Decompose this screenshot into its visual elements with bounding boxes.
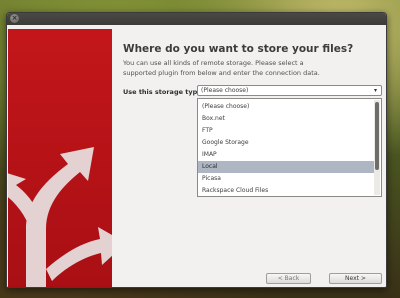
dropdown-option-local[interactable]: Local: [198, 161, 374, 173]
dropdown-option-boxnet[interactable]: Box.net: [198, 113, 374, 125]
branching-arrows-icon: [8, 147, 112, 287]
next-button[interactable]: Next >: [329, 273, 382, 284]
page-title: Where do you want to store your files?: [123, 43, 354, 55]
dropdown-option-imap[interactable]: IMAP: [198, 149, 374, 161]
storage-type-dropdown-list[interactable]: (Please choose) Box.net FTP Google Stora…: [197, 98, 382, 197]
chevron-down-icon: ▾: [373, 87, 377, 94]
close-icon[interactable]: ×: [10, 14, 19, 23]
storage-type-selected-value: (Please choose): [201, 87, 249, 94]
page-description: You can use all kinds of remote storage.…: [123, 59, 320, 77]
dropdown-option-picasa[interactable]: Picasa: [198, 173, 374, 185]
setup-wizard-window: × Where do you want to store your files?…: [6, 12, 387, 288]
storage-type-select[interactable]: (Please choose) ▾: [197, 85, 382, 96]
dropdown-option-google-storage[interactable]: Google Storage: [198, 137, 374, 149]
side-banner: [8, 29, 112, 287]
title-bar: ×: [7, 13, 386, 25]
wizard-content: Where do you want to store your files? Y…: [115, 25, 386, 287]
back-button[interactable]: < Back: [266, 273, 311, 284]
dropdown-option-please-choose[interactable]: (Please choose): [198, 101, 374, 113]
dropdown-scrollbar-thumb[interactable]: [375, 102, 379, 170]
storage-type-label: Use this storage type:: [123, 88, 205, 96]
dropdown-scrollbar[interactable]: [374, 100, 380, 195]
dropdown-option-rackspace[interactable]: Rackspace Cloud Files: [198, 185, 374, 196]
dropdown-option-ftp[interactable]: FTP: [198, 125, 374, 137]
